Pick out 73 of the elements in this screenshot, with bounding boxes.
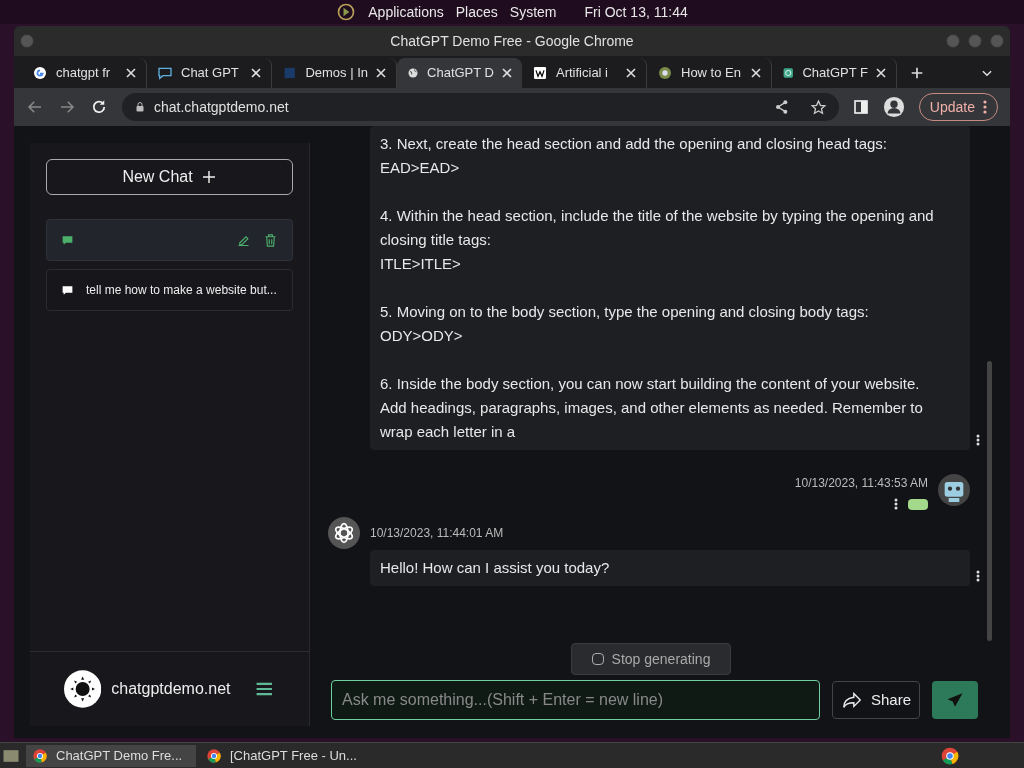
site-name: chatgptdemo.net	[111, 679, 231, 699]
forward-arrow-icon	[58, 98, 76, 116]
message-bubble	[908, 498, 928, 510]
message-text: 4. Within the head section, include the title of the website by typing the opening and closing title tags: ITLE>ITLE>	[380, 206, 935, 274]
reload-icon	[90, 98, 108, 116]
favicon-icon	[657, 65, 673, 81]
tab-title: Chat GPT	[181, 64, 240, 83]
menu-item[interactable]: Places	[455, 1, 498, 23]
chrome-icon	[32, 747, 48, 764]
chrome-icon	[940, 745, 960, 766]
stop-icon	[591, 653, 604, 665]
taskbar-button[interactable]: [ChatGPT Free - Un...	[200, 744, 370, 767]
stop-generating-button[interactable]: Stop generating	[570, 643, 732, 675]
plus-icon	[909, 65, 925, 81]
address-field[interactable]: chat.chatgptdemo.net	[122, 93, 839, 121]
message-text: 3. Next, create the head section and add the opening and closing head tags: EAD>EAD>	[380, 134, 889, 178]
sun-icon	[64, 669, 102, 709]
share-icon	[773, 99, 790, 115]
more-vertical-icon	[976, 434, 980, 446]
message-text: 5. Moving on to the body section, type the opening and closing body tags: ODY>ODY>	[380, 302, 870, 346]
more-vertical-icon	[894, 498, 898, 510]
favicon-icon	[282, 65, 298, 81]
tab-title: Demos | In	[305, 64, 368, 83]
chat-bubble-icon	[61, 283, 74, 297]
close-icon[interactable]	[626, 68, 636, 78]
robot-avatar-icon	[938, 474, 970, 506]
message-timestamp: 10/13/2023, 11:43:53 AM	[794, 475, 928, 492]
window-title: ChatGPT Demo Free - Google Chrome	[389, 31, 635, 51]
url-text: chat.chatgptdemo.net	[154, 97, 289, 117]
close-icon[interactable]	[876, 68, 886, 78]
close-icon[interactable]	[751, 68, 761, 78]
lock-icon	[134, 101, 146, 113]
distro-logo-icon	[336, 2, 357, 22]
tab-title: Artificial i	[556, 64, 609, 83]
tab-title: ChatGPT D	[427, 64, 494, 83]
send-icon	[946, 691, 964, 709]
close-icon[interactable]	[126, 68, 136, 78]
tab-title: ChatGPT F	[802, 64, 868, 83]
send-button[interactable]	[932, 681, 978, 719]
side-panel-icon	[852, 99, 869, 115]
tab-title: chatgpt fr	[56, 64, 112, 83]
chat-title: tell me how to make a website but...	[86, 282, 277, 299]
plus-icon	[200, 169, 217, 185]
profile-avatar-icon	[882, 96, 905, 118]
share-button[interactable]: Share	[831, 681, 920, 719]
favicon-icon	[157, 65, 173, 81]
taskbar-button[interactable]: ChatGPT Demo Fre...	[26, 744, 196, 767]
new-chat-button[interactable]: New Chat	[46, 159, 293, 195]
close-icon[interactable]	[251, 68, 261, 78]
favicon-icon	[532, 65, 548, 81]
favicon-icon	[782, 65, 795, 81]
chrome-icon	[206, 747, 222, 764]
back-arrow-icon	[26, 98, 44, 116]
menu-item[interactable]: Applications	[368, 1, 444, 23]
trash-icon	[263, 232, 278, 248]
close-icon[interactable]	[376, 68, 386, 78]
menu-item[interactable]: System	[509, 1, 557, 23]
message-text: Hello! How can I assist you today?	[380, 558, 611, 578]
favicon-icon	[32, 65, 48, 81]
more-vertical-icon	[976, 570, 980, 582]
browser-tab[interactable]: ChatGPT D	[397, 58, 522, 88]
scrollbar-thumb[interactable]	[987, 361, 992, 641]
message-text: 6. Inside the body section, you can now start building the content of your website. Add headings, paragraphs, images, and other elements as needed. Remember to wrap each letter in a	[380, 374, 924, 442]
message-timestamp: 10/13/2023, 11:44:01 AM	[370, 525, 505, 542]
chat-bubble-icon	[61, 233, 74, 247]
more-vertical-icon	[983, 100, 987, 114]
star-icon	[809, 98, 827, 116]
share-arrow-icon	[840, 689, 863, 711]
message-input[interactable]: Ask me something...(Shift + Enter = new line)	[331, 680, 820, 720]
chat-history-item[interactable]: tell me how to make a website but...	[46, 269, 293, 311]
close-icon[interactable]	[502, 68, 512, 78]
clock: Fri Oct 13, 11:44	[584, 2, 688, 22]
tab-title: How to En	[681, 64, 742, 83]
